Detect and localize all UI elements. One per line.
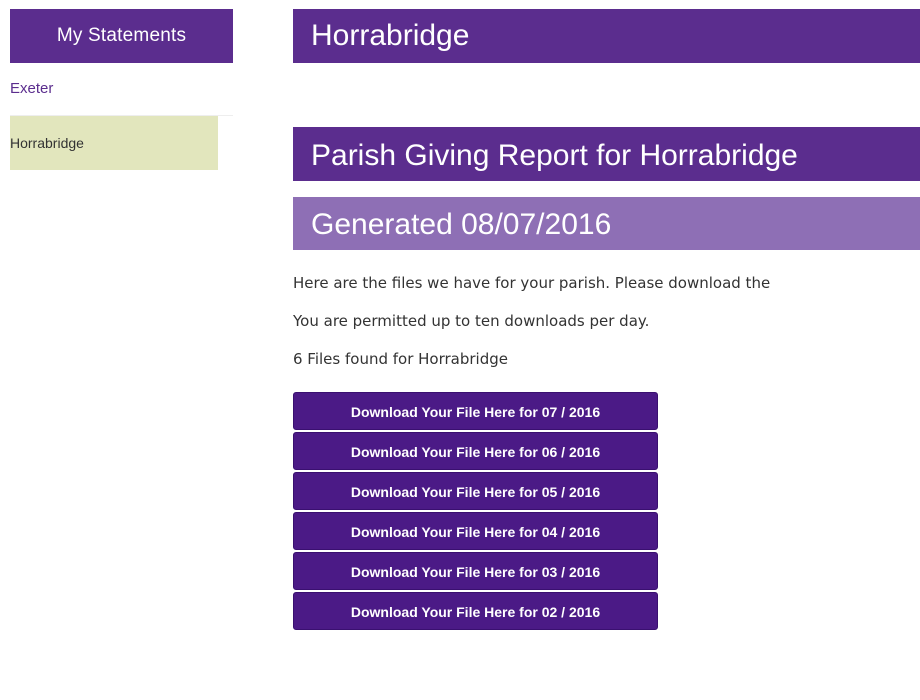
sidebar-item-label: Exeter (10, 80, 54, 97)
download-button-07-2016[interactable]: Download Your File Here for 07 / 2016 (293, 392, 658, 430)
download-button-02-2016[interactable]: Download Your File Here for 02 / 2016 (293, 592, 658, 630)
download-button-05-2016[interactable]: Download Your File Here for 05 / 2016 (293, 472, 658, 510)
download-button-03-2016[interactable]: Download Your File Here for 03 / 2016 (293, 552, 658, 590)
sidebar-item-horrabridge[interactable]: Horrabridge (10, 116, 218, 170)
files-found-text: 6 Files found for Horrabridge (293, 350, 508, 368)
sidebar-header: My Statements (10, 9, 233, 63)
download-limit-text: You are permitted up to ten downloads pe… (293, 312, 650, 330)
sidebar-list: Exeter Horrabridge (10, 63, 233, 170)
main-content: Horrabridge Parish Giving Report for Hor… (293, 9, 920, 630)
download-list: Download Your File Here for 07 / 2016 Do… (293, 392, 920, 630)
download-button-04-2016[interactable]: Download Your File Here for 04 / 2016 (293, 512, 658, 550)
page-title: Horrabridge (293, 9, 920, 63)
intro-text: Here are the files we have for your pari… (293, 274, 771, 292)
sidebar-item-label: Horrabridge (10, 135, 84, 151)
sidebar: My Statements Exeter Horrabridge (10, 9, 233, 170)
download-button-06-2016[interactable]: Download Your File Here for 06 / 2016 (293, 432, 658, 470)
generated-date: Generated 08/07/2016 (293, 197, 920, 250)
report-title: Parish Giving Report for Horrabridge (293, 127, 920, 181)
sidebar-item-exeter[interactable]: Exeter (10, 63, 233, 116)
